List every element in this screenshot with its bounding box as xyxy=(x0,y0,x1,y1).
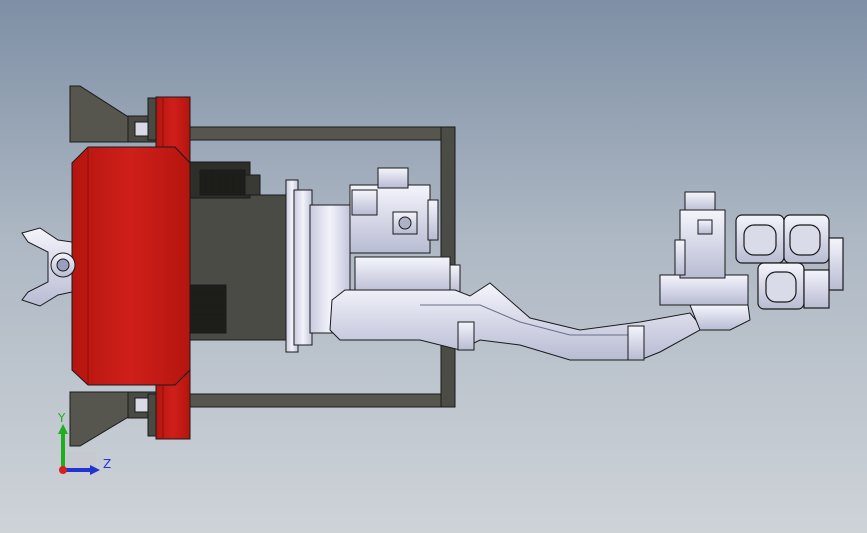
gearbox-housing xyxy=(189,161,291,341)
base-yoke xyxy=(21,227,76,307)
axis-y-label: Y xyxy=(58,411,66,425)
elbow-housing xyxy=(659,191,751,331)
robot-assembly-drawing xyxy=(21,85,844,475)
red-rotary-base xyxy=(71,146,191,386)
cad-viewport[interactable]: Y Z xyxy=(0,0,867,533)
lower-arm-link xyxy=(329,282,701,361)
wrist-motor-cluster xyxy=(735,214,844,310)
axis-z-label: Z xyxy=(103,457,112,471)
